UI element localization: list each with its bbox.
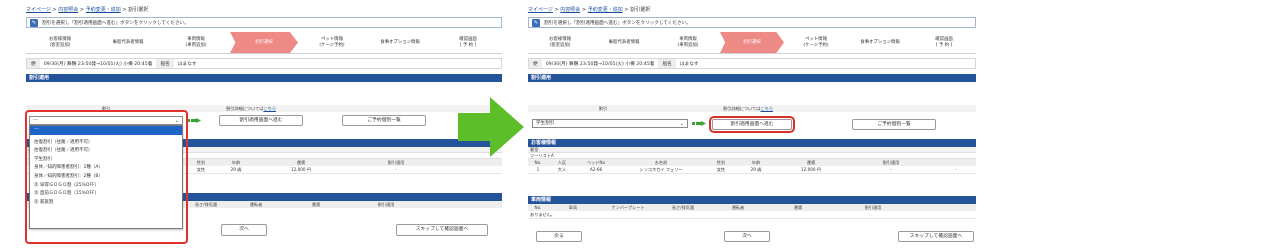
- step-pet: ペット情報 (ケージ予約): [803, 36, 829, 48]
- right-screenshot-panel: マイページ > 内容照会 > 予約変更・追加 > 割引選択 ✎ 割引を選択し「割…: [528, 6, 976, 246]
- skip-to-confirm-button[interactable]: スキップして確認画面へ: [898, 231, 974, 242]
- discount-detail-link[interactable]: こちら: [760, 106, 773, 111]
- trip-info-bar: 便 09/30(月) 舞鶴 23:50発→10/01(火) 小樽 20:45着 …: [26, 58, 502, 69]
- next-button[interactable]: 次へ: [724, 231, 770, 242]
- chevron-down-icon: ⌄: [679, 121, 684, 127]
- skip-to-confirm-button[interactable]: スキップして確認画面へ: [396, 224, 488, 236]
- step-vehicle: 車両情報 (車両追加): [677, 36, 699, 48]
- reservation-list-button[interactable]: ご予約個別一覧: [342, 115, 426, 126]
- pencil-icon: ✎: [532, 18, 540, 27]
- customer-table-header: No. 人区 ベッドNo お名前 性別 年齢 運賃 割引適用: [528, 159, 976, 166]
- breadcrumb: マイページ > 内容照会 > 予約変更・追加 > 割引選択: [26, 7, 149, 13]
- left-screenshot-panel: マイページ > 内容照会 > 予約変更・追加 > 割引選択 ✎ 割引を選択し「割…: [25, 6, 502, 244]
- back-button[interactable]: 戻る: [536, 231, 582, 242]
- breadcrumb-current: 割引選択: [128, 7, 149, 13]
- instruction-notice: ✎ 割引を選択し「割引適用画面へ進む」ボタンをクリックしてください。: [528, 17, 976, 28]
- vehicle-section-header: 車両情報: [528, 196, 976, 204]
- discount-detail-link[interactable]: こちら: [263, 106, 276, 111]
- progress-steps: お客様情報 (客室追加) 乗船代表者情報 車両情報 (車両追加) 割引選択 ペット情…: [528, 32, 976, 54]
- customer-section-header: お客様情報: [528, 139, 976, 147]
- arrow-right-icon: [692, 121, 706, 126]
- breadcrumb-current: 割引選択: [630, 7, 651, 13]
- step-meal: 食事オプション情報: [860, 39, 900, 45]
- breadcrumb-mypage-link[interactable]: マイページ: [528, 7, 553, 13]
- step-representative: 乗船代表者情報: [608, 39, 640, 45]
- step-discount-active: 割引選択: [230, 32, 298, 53]
- step-pet: ペット情報 (ケージ予約): [319, 36, 345, 48]
- step-confirm: 確認画面[ 予 約 ]: [459, 36, 477, 48]
- step-customer-info: お客様情報 (客室追加): [549, 36, 571, 48]
- vehicle-section: 車両情報 No. 車両 ナンバープレート 長さ/排気量 運転者 運賃 割引適用 …: [528, 196, 976, 219]
- breadcrumb: マイページ > 内容照会 > 予約変更・追加 > 割引選択: [528, 7, 651, 13]
- instruction-notice: ✎ 割引を選択し「割引適用画面へ進む」ボタンをクリックしてください。: [26, 17, 502, 28]
- apply-discount-button[interactable]: 割引適用画面へ進む: [219, 115, 303, 126]
- step-vehicle: 車両情報 (車両追加): [185, 36, 207, 48]
- apply-discount-button[interactable]: 割引適用画面へ進む: [709, 116, 795, 133]
- discount-section-header: 割引適用: [26, 74, 502, 82]
- next-button[interactable]: 次へ: [221, 224, 267, 236]
- breadcrumb-mypage-link[interactable]: マイページ: [26, 7, 51, 13]
- step-representative: 乗船代表者情報: [112, 39, 144, 45]
- step-confirm: 確認画面[ 予 約 ]: [935, 36, 953, 48]
- reservation-list-button[interactable]: ご予約個別一覧: [852, 119, 936, 130]
- vehicle-table-header: No. 車両 ナンバープレート 長さ/排気量 運転者 運賃 割引適用: [528, 204, 976, 211]
- progress-steps: お客様情報 (客室追加) 乗船代表者情報 車両情報 (車両追加) 割引選択 ペット情…: [26, 32, 502, 54]
- breadcrumb-inquiry-link[interactable]: 内容照会: [58, 7, 78, 13]
- discount-header-row: 割引 割引詳細についてはこちら: [528, 105, 976, 112]
- transition-arrow-icon: [458, 97, 524, 157]
- table-row: 1 大人 A2-66 シンコホカイ フェリー 女性 29 歳 12,000 円 …: [528, 166, 976, 174]
- step-discount-active: 割引選択: [720, 32, 784, 53]
- pencil-icon: ✎: [30, 18, 38, 27]
- vehicle-empty-text: ありません。: [528, 211, 976, 219]
- discount-section-header: 割引適用: [528, 74, 976, 82]
- discount-select[interactable]: 学生割引 ⌄: [532, 119, 688, 128]
- arrow-right-icon: [187, 118, 201, 123]
- step-meal: 食事オプション情報: [380, 39, 420, 45]
- step-customer-info: お客様情報 (客室追加): [49, 36, 71, 48]
- breadcrumb-inquiry-link[interactable]: 内容照会: [560, 7, 580, 13]
- dropdown-highlight-box: [25, 110, 188, 244]
- breadcrumb-change-link[interactable]: 予約変更・追加: [86, 7, 121, 13]
- trip-info-bar: 便 09/30(月) 舞鶴 23:50発→10/01(火) 小樽 20:45着 …: [528, 58, 976, 69]
- customer-section: お客様情報 客室 ツーリストA No. 人区 ベッドNo お名前 性別 年齢 運…: [528, 139, 976, 174]
- breadcrumb-change-link[interactable]: 予約変更・追加: [588, 7, 623, 13]
